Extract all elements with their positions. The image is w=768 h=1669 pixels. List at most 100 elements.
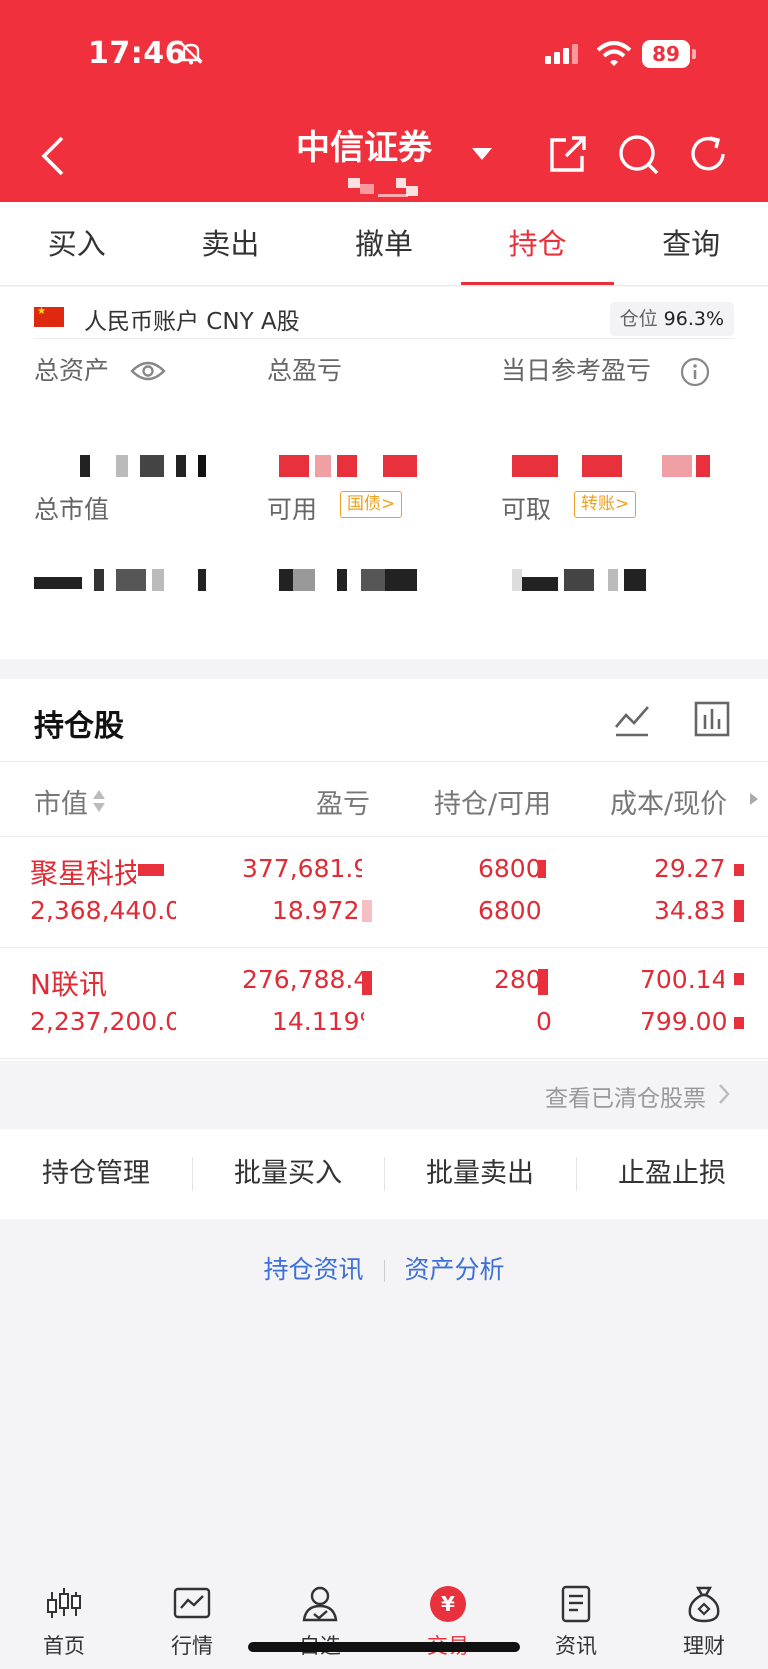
- chevron-right-icon[interactable]: [718, 1083, 730, 1105]
- available-value-masked: [279, 569, 419, 591]
- cleared-stocks-bar: 查看已清仓股票: [0, 1061, 768, 1129]
- search-icon[interactable]: [616, 132, 660, 176]
- batch-buy-button[interactable]: 批量买入: [192, 1129, 384, 1219]
- footer-links: 持仓资讯 资产分析: [0, 1250, 768, 1286]
- nav-wealth[interactable]: 理财: [640, 1570, 768, 1669]
- table-row[interactable]: N联讯 2,237,200.00 276,788.4 14.119% 280 0…: [0, 949, 768, 1059]
- stock-avail: 0: [536, 1007, 552, 1036]
- redaction: [138, 864, 164, 876]
- bond-tag[interactable]: 国债>: [340, 491, 403, 518]
- col-pl[interactable]: 盈亏: [316, 782, 370, 821]
- stock-market-value: 2,368,440.00: [30, 896, 176, 925]
- wifi-icon: [596, 41, 632, 66]
- col-qty[interactable]: 持仓/可用: [434, 782, 551, 821]
- redaction: [362, 971, 372, 995]
- account-label: 人民币账户 CNY A股: [84, 309, 300, 335]
- holdings-column-header: 市值 盈亏 持仓/可用 成本/现价: [0, 761, 768, 837]
- nav-label: 首页: [43, 1634, 85, 1658]
- nav-label: 理财: [683, 1634, 725, 1658]
- batch-sell-button[interactable]: 批量卖出: [384, 1129, 576, 1219]
- col-cost[interactable]: 成本/现价: [610, 782, 727, 821]
- bar-chart-icon[interactable]: [694, 701, 730, 737]
- available-label: 可用: [267, 495, 318, 524]
- redaction: [538, 860, 546, 878]
- battery-nub: [692, 49, 696, 59]
- stock-pl-pct: 14.119%: [272, 1007, 364, 1036]
- stock-pl: 377,681.9: [242, 854, 362, 883]
- market-chart-icon: [173, 1587, 211, 1619]
- redaction: [734, 1017, 744, 1029]
- tab-buy[interactable]: 买入: [0, 202, 154, 285]
- col-market-value[interactable]: 市值: [34, 782, 88, 821]
- trade-tabbar: 买入 卖出 撤单 持仓 查询: [0, 202, 768, 286]
- news-document-icon: [561, 1585, 591, 1623]
- status-time: 17:46: [88, 36, 186, 71]
- asset-analysis-link[interactable]: 资产分析: [385, 1250, 525, 1286]
- trend-line-icon[interactable]: [614, 701, 650, 737]
- account-row[interactable]: 人民币账户 CNY A股 仓位96.3%: [34, 301, 734, 339]
- holdings-news-link[interactable]: 持仓资讯: [243, 1250, 383, 1286]
- redaction: [362, 900, 372, 922]
- stock-cost: 700.14: [640, 965, 724, 994]
- holdings-title: 持仓股: [34, 709, 124, 744]
- stock-price: 799.00: [640, 1007, 728, 1036]
- total-pl-value-masked: [279, 455, 419, 477]
- redaction: [538, 969, 548, 995]
- stock-qty: 6800: [478, 854, 538, 883]
- scroll-right-icon[interactable]: [749, 792, 759, 806]
- cleared-stocks-link[interactable]: 查看已清仓股票: [545, 1079, 706, 1113]
- total-pl-label: 总盈亏: [267, 356, 343, 385]
- tab-query[interactable]: 查询: [614, 202, 768, 285]
- transfer-tag[interactable]: 转账>: [574, 491, 637, 518]
- eye-icon[interactable]: [130, 359, 166, 383]
- stock-name: 聚星科技: [30, 857, 136, 890]
- trade-yuan-icon: ¥: [430, 1586, 466, 1622]
- account-summary: 人民币账户 CNY A股 仓位96.3% 总资产 总盈亏 当日参考盈亏 总市值 …: [0, 287, 768, 659]
- tab-positions[interactable]: 持仓: [460, 202, 615, 285]
- caret-down-icon[interactable]: [470, 146, 494, 162]
- daily-pl-value-masked: [512, 455, 712, 477]
- total-assets-value-masked: [80, 455, 210, 477]
- home-indicator[interactable]: [248, 1642, 520, 1652]
- svg-text:¥: ¥: [441, 1592, 455, 1616]
- share-icon[interactable]: [546, 132, 590, 176]
- stock-pl: 276,788.4: [242, 965, 362, 994]
- nav-label: 行情: [171, 1634, 213, 1658]
- battery-icon: 89: [642, 40, 690, 68]
- daily-pl-label: 当日参考盈亏: [501, 356, 652, 385]
- redaction: [734, 973, 744, 985]
- redaction: [734, 900, 744, 922]
- position-label: 仓位: [619, 308, 658, 330]
- holdings-panel: 持仓股 市值 盈亏 持仓/可用 成本/现价 聚星科技 2,368,440.00 …: [0, 679, 768, 1061]
- stock-pl-pct: 18.972: [272, 896, 360, 925]
- market-value-label: 总市值: [34, 495, 110, 524]
- redaction: [734, 864, 744, 876]
- app-header: 17:46 89 中信证券: [0, 0, 768, 202]
- refresh-icon[interactable]: [686, 132, 730, 176]
- total-assets-label: 总资产: [34, 356, 110, 385]
- table-row[interactable]: 聚星科技 2,368,440.00 377,681.9 18.972 6800 …: [0, 838, 768, 948]
- nav-news[interactable]: 资讯: [512, 1570, 640, 1669]
- withdrawable-value-masked: [512, 569, 652, 591]
- money-bag-icon: [688, 1586, 720, 1623]
- tab-sell[interactable]: 卖出: [154, 202, 308, 285]
- nav-watchlist[interactable]: 自选: [256, 1570, 384, 1669]
- nav-label: 资讯: [555, 1634, 597, 1658]
- stock-name: N联讯: [30, 968, 107, 1001]
- section-gap: [0, 659, 768, 679]
- manage-positions-button[interactable]: 持仓管理: [0, 1129, 192, 1219]
- tab-cancel[interactable]: 撤单: [307, 202, 461, 285]
- nav-home[interactable]: 首页: [0, 1570, 128, 1669]
- account-id-masked: [348, 178, 432, 198]
- info-icon[interactable]: [680, 357, 710, 387]
- stop-profit-loss-button[interactable]: 止盈止损: [576, 1129, 768, 1219]
- stock-cost: 29.27: [654, 854, 724, 883]
- sort-icon[interactable]: [92, 788, 106, 814]
- holdings-action-bar: 持仓管理 批量买入 批量卖出 止盈止损: [0, 1129, 768, 1219]
- candlestick-icon: [47, 1588, 81, 1618]
- nav-market[interactable]: 行情: [128, 1570, 256, 1669]
- stock-avail: 6800: [478, 896, 542, 925]
- cell-signal-icon: [545, 44, 581, 64]
- stock-price: 34.83: [654, 896, 726, 925]
- nav-trade[interactable]: ¥ 交易: [384, 1570, 512, 1669]
